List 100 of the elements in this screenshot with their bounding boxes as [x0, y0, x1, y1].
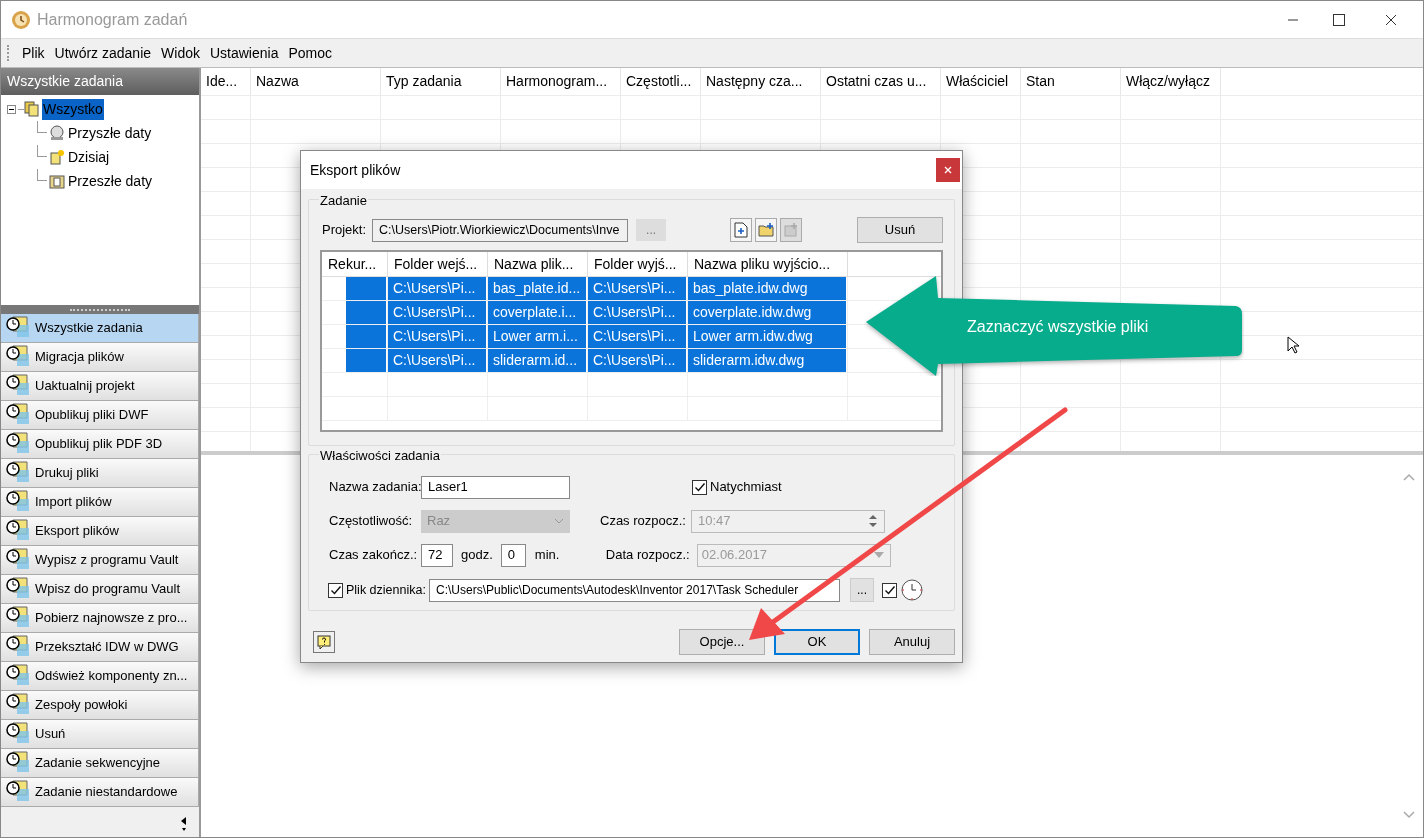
nav-button[interactable]: Migracja plików	[1, 343, 199, 372]
column-header[interactable]: Nazwa	[251, 68, 381, 95]
nav-button[interactable]: Zadanie niestandardowe	[1, 778, 199, 807]
table-cell: bas_plate.id...	[488, 277, 587, 300]
column-header[interactable]: Nazwa plik...	[488, 252, 588, 276]
checkbox[interactable]	[328, 582, 343, 598]
nav-button[interactable]: Wypisz z programu Vault	[1, 546, 199, 575]
column-header[interactable]: Stan	[1021, 68, 1121, 95]
dropdown-value: Raz	[427, 512, 451, 531]
clock-task-icon	[5, 635, 31, 659]
table-cell	[346, 277, 387, 300]
clock-task-icon	[5, 577, 31, 601]
menu-item[interactable]: Pomoc	[283, 42, 338, 64]
remove-button[interactable]: Usuń	[857, 217, 943, 243]
menu-item[interactable]: Widok	[156, 42, 205, 64]
maximize-icon[interactable]	[1333, 13, 1345, 26]
column-header[interactable]: Nazwa pliku wyjścio...	[688, 252, 848, 276]
nav-button[interactable]: Zadanie sekwencyjne	[1, 749, 199, 778]
overflow-arrow-icon[interactable]	[181, 817, 187, 831]
field-label: Nazwa zadania:	[328, 478, 421, 497]
clock-task-icon	[5, 432, 31, 456]
chevron-down-icon	[554, 518, 564, 524]
table-cell: Lower arm.idw.dwg	[688, 325, 847, 348]
nav-button[interactable]: Odśwież komponenty zn...	[1, 662, 199, 691]
clock-task-icon	[5, 751, 31, 775]
clock-icon[interactable]	[901, 579, 923, 601]
toolbar-button[interactable]	[730, 218, 753, 242]
cursor-icon	[1287, 336, 1299, 354]
column-header[interactable]: Częstotli...	[621, 68, 701, 95]
table-cell	[346, 301, 387, 324]
clock-task-icon	[5, 403, 31, 427]
column-header[interactable]: Typ zadania	[381, 68, 501, 95]
table-cell: coverplate.i...	[488, 301, 587, 324]
nav-button[interactable]: Wpisz do programu Vault	[1, 575, 199, 604]
column-header[interactable]: Harmonogram...	[501, 68, 621, 95]
task-name-field[interactable]: Laser1	[421, 475, 570, 499]
minutes-field[interactable]: 0	[500, 543, 526, 567]
project-field[interactable]: C:\Users\Piotr.Wiorkiewicz\Documents\Inve	[372, 218, 629, 242]
clock-icon	[11, 9, 31, 30]
collapse-icon[interactable]	[7, 104, 16, 114]
dialog-button[interactable]: Anuluj	[869, 629, 955, 655]
nav-button[interactable]: Przekształć IDW w DWG	[1, 633, 199, 662]
nav-button[interactable]: Eksport plików	[1, 517, 199, 546]
clock-task-icon	[5, 345, 31, 369]
clock-task-icon	[5, 316, 31, 340]
toolbar-button[interactable]	[755, 218, 778, 242]
add-icon	[783, 222, 800, 238]
nav-button[interactable]: Pobierz najnowsze z pro...	[1, 604, 199, 633]
clock-task-icon	[5, 664, 31, 688]
column-header[interactable]: Folder wejś...	[388, 252, 488, 276]
menu-item[interactable]: Utwórz zadanie	[49, 42, 157, 64]
close-button[interactable]	[936, 158, 960, 182]
nav-button[interactable]: Zespoły powłoki	[1, 691, 199, 720]
close-icon[interactable]	[1385, 13, 1397, 26]
nav-button[interactable]: Uaktualnij projekt	[1, 372, 199, 401]
help-icon	[317, 635, 331, 649]
check-icon	[329, 584, 342, 596]
field-value: 02.06.2017	[701, 546, 767, 565]
help-button[interactable]	[313, 631, 335, 653]
clock-task-icon	[5, 374, 31, 398]
menu-item[interactable]: Ustawienia	[204, 42, 284, 64]
table-cell	[346, 325, 387, 348]
table-cell: C:\Users\Pi...	[588, 325, 687, 348]
table-cell: coverplate.idw.dwg	[688, 301, 847, 324]
nav-button[interactable]: Opublikuj plik PDF 3D	[1, 430, 199, 459]
tree-item[interactable]: Dzisiaj	[67, 146, 111, 168]
unit-label: min.	[534, 546, 561, 565]
check-icon	[883, 584, 896, 596]
tree-item[interactable]: Przeszłe daty	[67, 170, 154, 192]
column-header[interactable]: Ostatni czas u...	[821, 68, 941, 95]
column-header[interactable]: Następny cza...	[701, 68, 821, 95]
nav-button[interactable]: Import plików	[1, 488, 199, 517]
dialog-button[interactable]: OK	[774, 629, 860, 655]
field-label: Projekt:	[322, 221, 367, 240]
dialog-button[interactable]: Opcje...	[679, 629, 765, 655]
column-header[interactable]: Włącz/wyłącz	[1121, 68, 1221, 95]
field-label: Czas zakończ.:	[328, 546, 419, 565]
log-file-field[interactable]: C:\Users\Public\Documents\Autodesk\Inventor 2017\Task Scheduler	[429, 578, 840, 602]
nav-button[interactable]: Drukuj pliki	[1, 459, 199, 488]
column-header[interactable]: Właściciel	[941, 68, 1021, 95]
checkbox[interactable]	[692, 479, 707, 495]
clock-task-icon	[5, 519, 31, 543]
add-file-icon	[733, 222, 750, 238]
dialog-title: Eksport plików	[310, 160, 401, 180]
browse-button[interactable]: ...	[850, 578, 874, 602]
table-cell: C:\Users\Pi...	[588, 301, 687, 324]
tree-item[interactable]: Przyszłe daty	[67, 122, 153, 144]
nav-button[interactable]: Opublikuj pliki DWF	[1, 401, 199, 430]
splitter-grip[interactable]	[70, 308, 130, 311]
nav-button[interactable]: Usuń	[1, 720, 199, 749]
tree-item[interactable]: Wszystko	[42, 98, 104, 120]
column-header[interactable]: Folder wyjś...	[588, 252, 688, 276]
table-cell: C:\Users\Pi...	[388, 325, 487, 348]
nav-button[interactable]: Wszystkie zadania	[1, 314, 199, 343]
column-header[interactable]: Ide...	[201, 68, 251, 95]
hours-field[interactable]: 72	[421, 543, 453, 567]
clock-task-icon	[5, 606, 31, 630]
column-header[interactable]: Rekur...	[322, 252, 388, 276]
checkbox[interactable]	[882, 582, 897, 598]
menu-item[interactable]: Plik	[17, 42, 50, 64]
